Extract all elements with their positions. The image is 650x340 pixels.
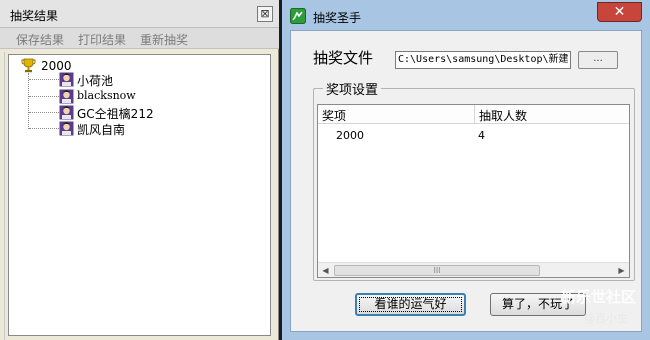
trophy-icon: [21, 58, 36, 73]
results-toolbar: 保存结果 打印结果 重新抽奖: [0, 28, 279, 49]
winner-avatar-icon: [59, 72, 74, 87]
save-results-button[interactable]: 保存结果: [16, 31, 64, 48]
scroll-left-icon[interactable]: ◀: [318, 263, 333, 278]
table-header: 奖项 抽取人数: [318, 105, 629, 124]
winner-avatar-icon: [59, 89, 74, 104]
tree-winner-label[interactable]: GC仝祖樆212: [77, 105, 154, 122]
tree-winner-label[interactable]: 凯风自南: [77, 121, 125, 138]
tree-winner-label[interactable]: 小荷池: [77, 72, 113, 89]
watermark-text: 新乐世社区: [561, 288, 637, 306]
tree-branch: [29, 112, 59, 113]
results-window: 抽奖结果 ⊠ 保存结果 打印结果 重新抽奖 2000 小荷池 blacksnow: [0, 0, 279, 340]
watermark-subtext: @百小生: [584, 312, 628, 325]
results-titlebar: 抽奖结果 ⊠: [0, 0, 279, 28]
redraw-button[interactable]: 重新抽奖: [140, 31, 188, 48]
prize-table[interactable]: 奖项 抽取人数 2000 4 ◀ III ▶: [317, 104, 630, 278]
tree-branch: [29, 79, 59, 80]
file-path-field[interactable]: C:\Users\samsung\Desktop\新建: [395, 51, 571, 69]
print-results-button[interactable]: 打印结果: [78, 31, 126, 48]
lottery-file-label: 抽奖文件: [313, 49, 374, 67]
close-button[interactable]: ✕: [597, 2, 642, 22]
tree-winner-label[interactable]: blacksnow: [77, 89, 136, 102]
results-tree[interactable]: 2000 小荷池 blacksnow GC仝祖樆212 凯风自南: [8, 54, 271, 336]
prize-settings-title: 奖项设置: [323, 79, 382, 98]
horizontal-scrollbar[interactable]: ◀ III ▶: [318, 262, 629, 277]
app-icon: [290, 8, 306, 24]
dialog-title: 抽奖圣手: [313, 11, 362, 25]
dialog-titlebar: 抽奖圣手 ✕: [282, 0, 650, 32]
count-cell: 4: [478, 129, 485, 142]
winner-avatar-icon: [59, 121, 74, 136]
window-edge-divider: [4, 52, 5, 340]
results-window-title: 抽奖结果: [10, 9, 59, 23]
scroll-right-icon[interactable]: ▶: [614, 263, 629, 278]
column-header-count[interactable]: 抽取人数: [479, 107, 527, 124]
tree-branch: [29, 96, 59, 97]
column-header-prize[interactable]: 奖项: [322, 107, 346, 124]
prize-cell: 2000: [336, 129, 364, 142]
tree-root-label[interactable]: 2000: [41, 59, 72, 73]
results-close-button[interactable]: ⊠: [257, 6, 273, 22]
draw-lottery-button[interactable]: 看谁的运气好: [355, 293, 466, 316]
tree-connector: [28, 73, 29, 129]
tree-branch: [29, 128, 59, 129]
column-divider[interactable]: [474, 105, 475, 124]
browse-button[interactable]: ...: [578, 51, 618, 69]
winner-avatar-icon: [59, 105, 74, 120]
scrollbar-thumb[interactable]: III: [334, 265, 540, 276]
